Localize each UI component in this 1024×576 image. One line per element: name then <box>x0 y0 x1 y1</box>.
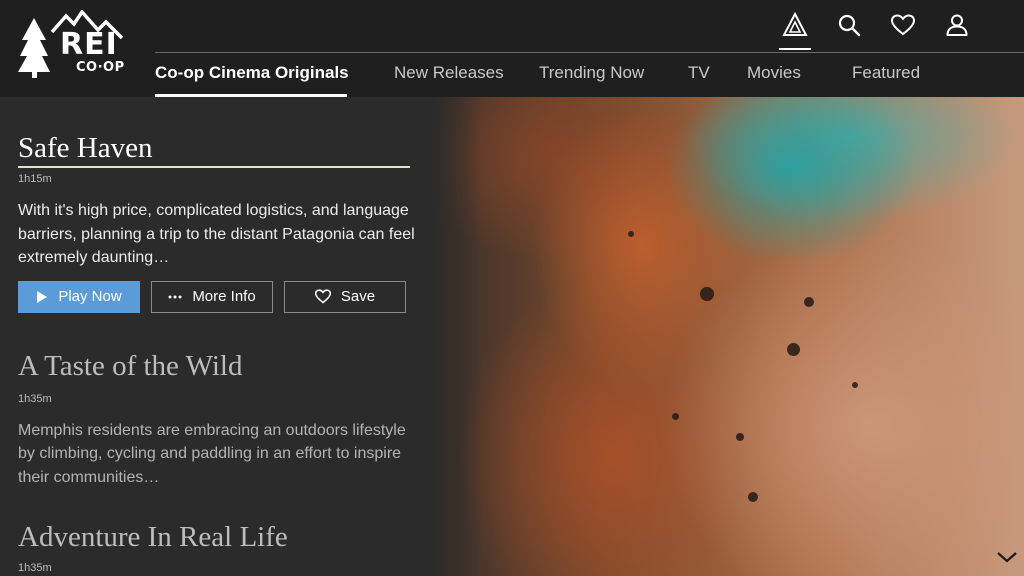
list-item-a-taste-of-the-wild[interactable]: A Taste of the Wild 1h35m Memphis reside… <box>18 313 432 490</box>
rei-logo[interactable]: REI CO·OP <box>18 10 130 80</box>
header-icons <box>778 8 974 50</box>
brand-sub: CO·OP <box>76 60 125 75</box>
play-now-label: Play Now <box>58 288 122 305</box>
item-title: Adventure In Real Life <box>18 521 288 553</box>
play-icon <box>36 290 48 304</box>
user-icon[interactable] <box>940 8 974 42</box>
more-info-button[interactable]: More Info <box>151 280 273 313</box>
heart-icon[interactable] <box>886 8 920 42</box>
chevron-down-icon[interactable] <box>996 550 1018 568</box>
save-label: Save <box>340 288 376 305</box>
save-button[interactable]: Save <box>284 280 406 313</box>
item-description: With it's high price, complicated logist… <box>18 202 415 266</box>
tab-featured[interactable]: Featured <box>852 62 924 97</box>
play-now-button[interactable]: Play Now <box>18 280 140 313</box>
category-nav: Co-op Cinema Originals New Releases Tren… <box>155 62 924 97</box>
campfire-icon[interactable] <box>778 8 812 50</box>
item-title: Safe Haven <box>18 132 153 164</box>
header-divider <box>155 52 1024 53</box>
tab-movies[interactable]: Movies <box>747 62 807 97</box>
item-title: A Taste of the Wild <box>18 349 243 382</box>
item-duration: 1h35m <box>18 562 52 574</box>
more-info-label: More Info <box>192 288 256 305</box>
top-header: REI CO·OP Co-op Cinema Originals New Rel… <box>0 0 1024 97</box>
brand-name: REI <box>60 27 118 62</box>
hero-edge-fade <box>432 97 482 576</box>
tab-tv[interactable]: TV <box>688 62 712 97</box>
item-description: Memphis residents are embracing an outdo… <box>18 421 406 486</box>
more-dots-icon <box>168 295 182 299</box>
list-item-safe-haven[interactable]: Safe Haven 1h15m With it's high price, c… <box>18 97 432 313</box>
focus-underline <box>18 166 410 168</box>
item-actions: Play Now More Info Save <box>18 280 432 313</box>
tab-co-op-cinema-originals[interactable]: Co-op Cinema Originals <box>155 62 349 97</box>
search-icon[interactable] <box>832 8 866 42</box>
heart-outline-icon <box>314 289 331 304</box>
item-duration: 1h35m <box>18 392 52 405</box>
list-item-adventure-in-real-life[interactable]: Adventure In Real Life 1h35m <box>18 489 432 575</box>
app-root: REI CO·OP Co-op Cinema Originals New Rel… <box>0 0 1024 576</box>
hero-image <box>432 97 1024 576</box>
feature-list: Safe Haven 1h15m With it's high price, c… <box>0 97 432 576</box>
item-duration: 1h15m <box>18 173 52 185</box>
tab-new-releases[interactable]: New Releases <box>394 62 506 97</box>
tab-trending-now[interactable]: Trending Now <box>539 62 651 97</box>
